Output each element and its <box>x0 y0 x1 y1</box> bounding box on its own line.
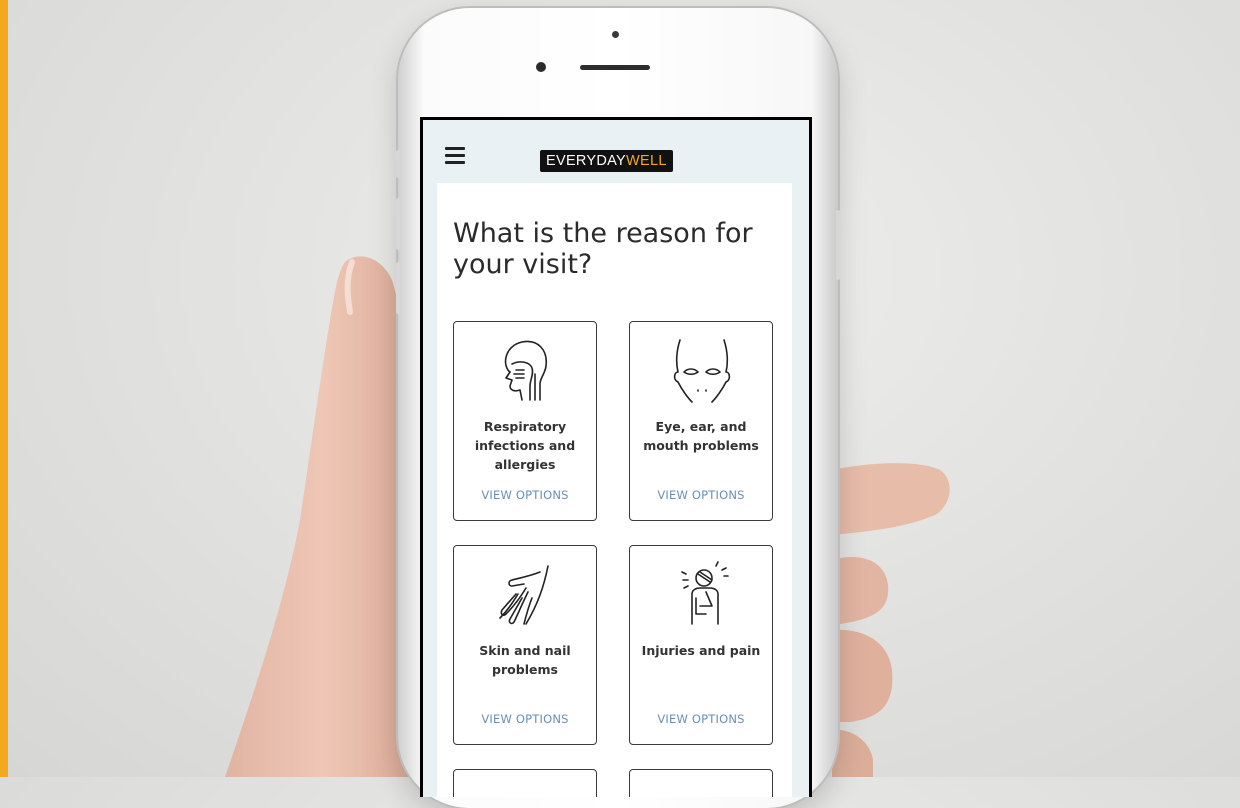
respiratory-head-icon <box>504 340 547 401</box>
page-title: What is the reason for your visit? <box>453 218 753 280</box>
view-options-link[interactable]: VIEW OPTIONS <box>630 488 772 502</box>
view-options-link[interactable]: VIEW OPTIONS <box>454 712 596 726</box>
volume-up-button <box>396 198 400 250</box>
option-label: Injuries and pain <box>641 643 761 658</box>
option-label: Eye, ear, and mouth problems <box>643 419 759 453</box>
hand-icon <box>499 565 549 625</box>
earpiece-speaker <box>580 65 650 70</box>
option-label: Respiratory infections and allergies <box>474 419 576 472</box>
option-card-injuries[interactable]: Injuries and pain VIEW OPTIONS <box>629 545 773 745</box>
proximity-sensor <box>612 31 619 38</box>
option-card-eye-ear-mouth[interactable]: Eye, ear, and mouth problems VIEW OPTION… <box>629 321 773 521</box>
front-camera <box>536 62 546 72</box>
logo-text-well: WELL <box>626 153 667 169</box>
phone-screen: EVERYDAY WELL What is the reason for your… <box>420 117 812 797</box>
view-options-link[interactable]: VIEW OPTIONS <box>630 712 772 726</box>
app-header: EVERYDAY WELL <box>423 120 809 183</box>
option-card-partial[interactable] <box>629 769 773 797</box>
everydaywell-logo[interactable]: EVERYDAY WELL <box>540 150 673 172</box>
option-card-skin-nail[interactable]: Skin and nail problems VIEW OPTIONS <box>453 545 597 745</box>
app-viewport: EVERYDAY WELL What is the reason for your… <box>423 120 809 797</box>
view-options-link[interactable]: VIEW OPTIONS <box>454 488 596 502</box>
hamburger-menu-icon[interactable] <box>445 147 465 165</box>
volume-down-button <box>396 262 400 314</box>
power-button <box>836 210 840 280</box>
option-card-respiratory[interactable]: Respiratory infections and allergies VIE… <box>453 321 597 521</box>
logo-text-everyday: EVERYDAY <box>546 153 627 169</box>
face-icon <box>673 339 731 403</box>
option-card-partial[interactable] <box>453 769 597 797</box>
mute-switch <box>396 150 400 178</box>
option-label: Skin and nail problems <box>479 643 571 677</box>
injured-person-icon <box>681 561 729 625</box>
main-content: What is the reason for your visit? Respi… <box>437 183 792 797</box>
